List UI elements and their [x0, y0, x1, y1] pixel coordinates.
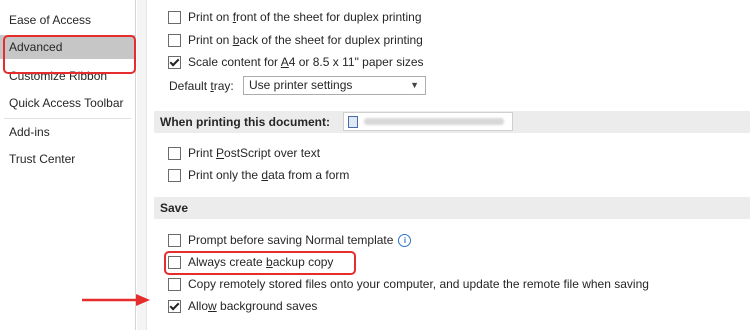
option-label: Print on back of the sheet for duplex pr…	[188, 33, 423, 47]
checkbox-checked[interactable]	[168, 299, 181, 313]
option-copy-remote-files[interactable]: Copy remotely stored files onto your com…	[168, 275, 649, 293]
option-print-postscript[interactable]: Print PostScript over text	[168, 144, 320, 162]
default-tray-dropdown[interactable]: Use printer settings ▼	[243, 76, 426, 95]
checkbox[interactable]	[168, 233, 181, 247]
option-scale-content[interactable]: Scale content for A4 or 8.5 x 11" paper …	[168, 53, 424, 71]
option-label: Allow background saves	[188, 299, 318, 313]
sidebar-item-add-ins[interactable]: Add-ins	[0, 120, 135, 144]
checkbox[interactable]	[168, 10, 181, 24]
save-section-header: Save	[154, 197, 750, 219]
chevron-down-icon: ▼	[410, 80, 419, 90]
checkbox-checked[interactable]	[168, 55, 181, 69]
highlight-advanced	[3, 35, 136, 74]
option-prompt-normal-template[interactable]: Prompt before saving Normal template i	[168, 231, 412, 249]
sidebar-item-ease-of-access[interactable]: Ease of Access	[0, 8, 135, 32]
dropdown-value: Use printer settings	[249, 78, 353, 92]
option-label: Print PostScript over text	[188, 146, 321, 160]
section-title: Save	[160, 201, 189, 215]
option-allow-background-saves[interactable]: Allow background saves	[168, 297, 317, 315]
sidebar-item-trust-center[interactable]: Trust Center	[0, 147, 135, 171]
sidebar-scrollbar[interactable]	[137, 0, 147, 330]
advanced-options-panel: Print on front of the sheet for duplex p…	[147, 0, 750, 330]
checkbox[interactable]	[168, 146, 181, 160]
option-label: Print on front of the sheet for duplex p…	[188, 10, 422, 24]
highlight-backup-option	[164, 251, 356, 275]
option-print-front-duplex[interactable]: Print on front of the sheet for duplex p…	[168, 8, 422, 26]
section-title: When printing this document:	[160, 115, 330, 129]
option-print-data-only[interactable]: Print only the data from a form	[168, 166, 349, 184]
document-dropdown[interactable]	[343, 112, 513, 131]
blurred-document-name	[364, 118, 504, 125]
option-label: Scale content for A4 or 8.5 x 11" paper …	[188, 55, 424, 69]
checkbox[interactable]	[168, 168, 181, 182]
option-label: Print only the data from a form	[188, 168, 350, 182]
option-label: Prompt before saving Normal template	[188, 233, 394, 247]
sidebar-item-quick-access-toolbar[interactable]: Quick Access Toolbar	[0, 91, 135, 115]
sidebar-divider	[4, 118, 131, 119]
option-label: Copy remotely stored files onto your com…	[188, 277, 649, 291]
checkbox[interactable]	[168, 33, 181, 47]
red-arrow-icon	[82, 294, 150, 306]
default-tray-label: Default tray:	[169, 79, 234, 93]
option-print-back-duplex[interactable]: Print on back of the sheet for duplex pr…	[168, 31, 423, 49]
info-icon[interactable]: i	[398, 233, 412, 247]
checkbox[interactable]	[168, 277, 181, 291]
document-icon	[348, 115, 358, 128]
